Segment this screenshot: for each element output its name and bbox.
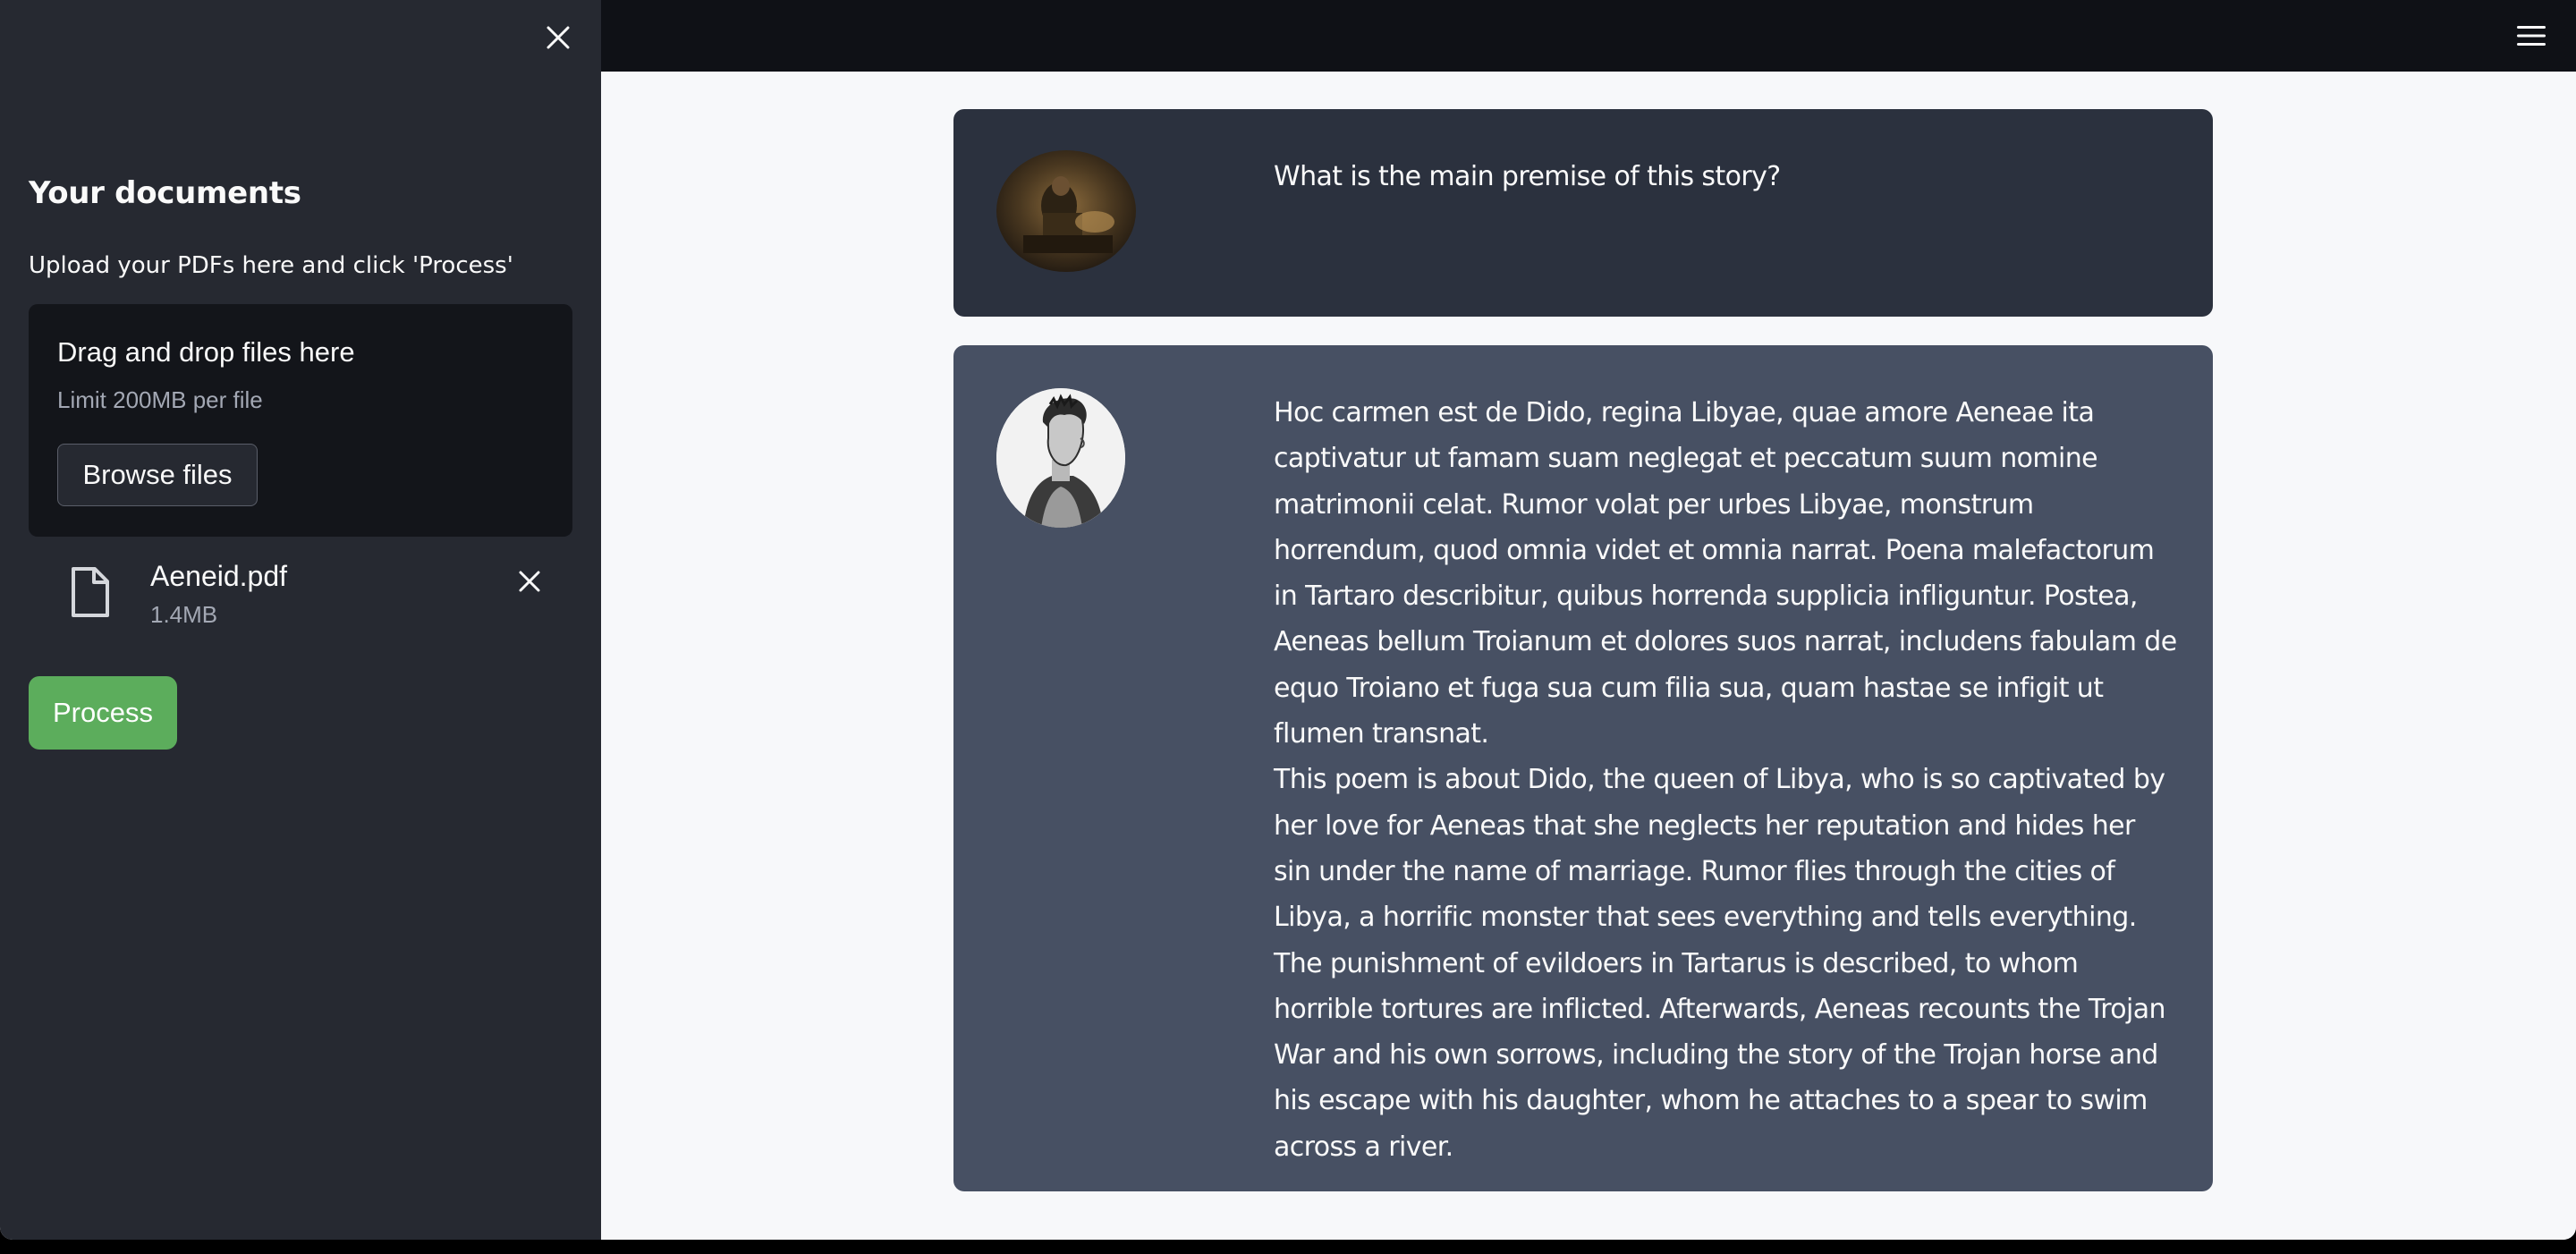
chat-message-bot: Hoc carmen est de Dido, regina Libyae, q… [953,345,2213,1191]
chat-area: What is the main premise of this story? … [601,72,2576,1240]
file-dropzone[interactable]: Drag and drop files here Limit 200MB per… [29,304,572,537]
browse-files-button[interactable]: Browse files [57,444,258,506]
remove-file-icon[interactable] [510,562,549,601]
dropzone-limit: Limit 200MB per file [57,386,263,413]
message-text: Hoc carmen est de Dido, regina Libyae, q… [1274,397,2177,1163]
hamburger-menu-icon[interactable] [2512,16,2551,55]
sidebar-subtitle: Upload your PDFs here and click 'Process… [29,252,513,279]
sidebar: Your documents Upload your PDFs here and… [0,0,601,1240]
process-button[interactable]: Process [29,676,177,750]
top-header [601,0,2576,72]
bot-avatar [996,388,1125,528]
user-avatar [996,150,1136,272]
file-icon [68,565,113,619]
uploaded-file-item: Aeneid.pdf 1.4MB [29,546,572,644]
app-window: Your documents Upload your PDFs here and… [0,0,2576,1240]
file-size: 1.4MB [150,601,218,628]
chat-message-user: What is the main premise of this story? [953,109,2213,317]
sidebar-title: Your documents [29,175,301,211]
dropzone-title: Drag and drop files here [57,336,355,368]
file-name: Aeneid.pdf [150,560,288,592]
message-text: What is the main premise of this story? [1274,161,1781,192]
close-icon[interactable] [538,18,578,57]
